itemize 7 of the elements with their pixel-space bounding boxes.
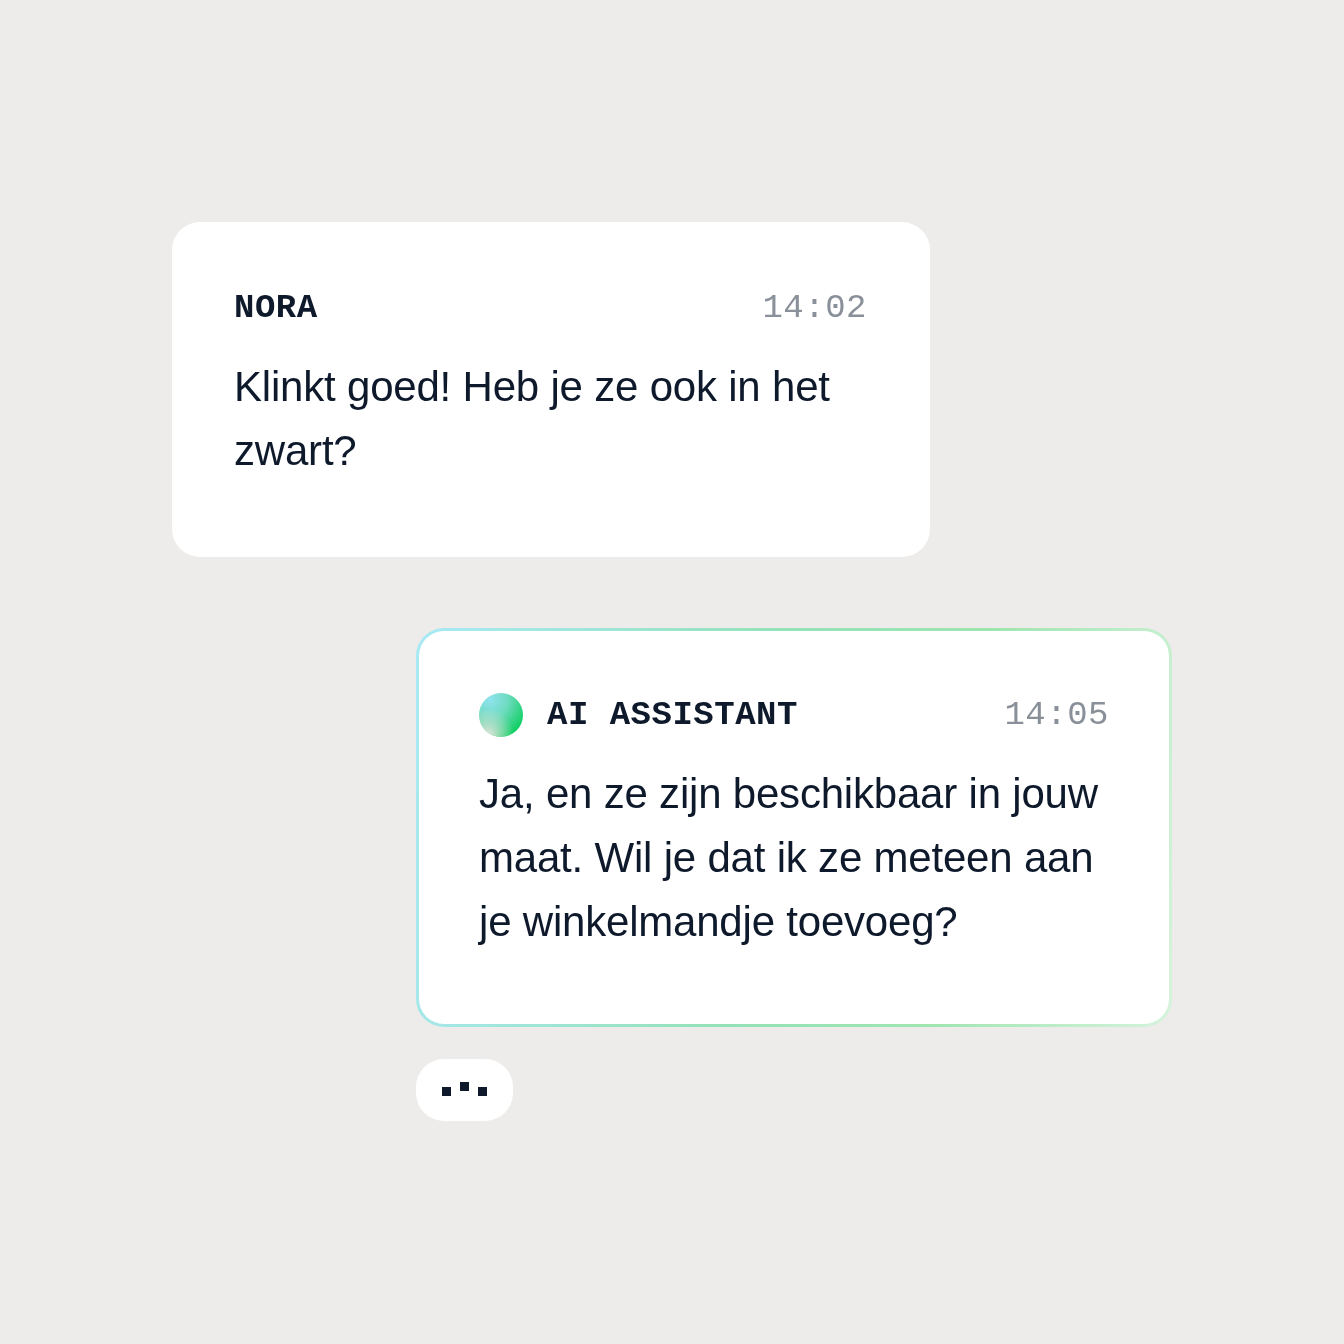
typing-dots-icon [442,1082,487,1098]
message-text: Klinkt goed! Heb je ze ook in het zwart? [234,362,831,476]
sender-name: NORA [234,291,318,325]
timestamp: 14:02 [762,291,867,325]
sender-name: AI ASSISTANT [547,698,798,732]
message-text: Ja, en ze zijn beschikbaar in jouw maat. Wil je dat ik ze meteen aan je winkelmandje toevoeg? [479,769,1099,947]
timestamp: 14:05 [1004,698,1109,732]
